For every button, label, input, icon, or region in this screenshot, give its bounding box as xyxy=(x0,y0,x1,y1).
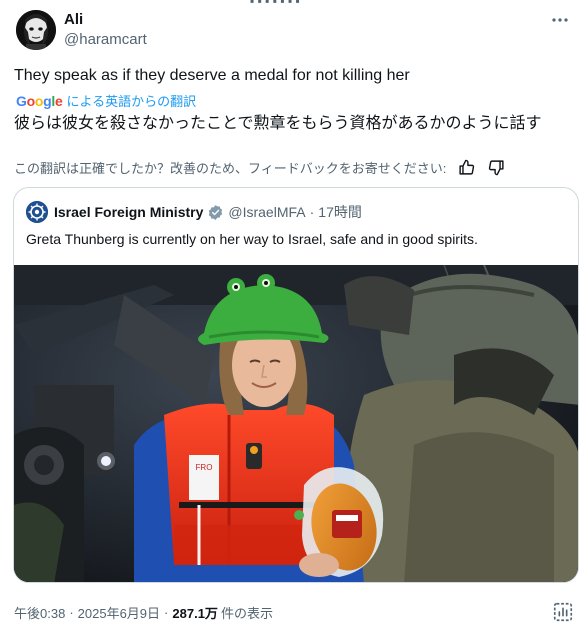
analytics-icon[interactable] xyxy=(552,601,574,623)
quoted-tweet-header: Israel Foreign Ministry @IsraelMFA · 17時… xyxy=(26,200,362,224)
quoted-tweet-text: Greta Thunberg is currently on her way t… xyxy=(26,231,478,247)
verified-badge-icon xyxy=(207,204,224,221)
translation-feedback: この翻訳は正確でしたか？改善のため、フィードバックをお寄せください: xyxy=(14,157,574,177)
quoted-author-avatar[interactable] xyxy=(26,201,48,223)
google-logo: Google xyxy=(16,92,63,109)
tweet-header: Ali @haramcart xyxy=(14,8,574,52)
tweet-date[interactable]: 2025年6月9日 xyxy=(78,603,160,622)
quoted-author-name[interactable]: Israel Foreign Ministry xyxy=(54,204,203,220)
quoted-author-handle[interactable]: @IsraelMFA xyxy=(228,204,305,220)
more-options-icon[interactable] xyxy=(548,10,572,34)
svg-text:FRO: FRO xyxy=(196,463,213,472)
quoted-tweet-photo[interactable]: FRO xyxy=(14,265,578,582)
quoted-separator: · xyxy=(309,204,315,220)
tweet-text: They speak as if they deserve a medal fo… xyxy=(14,67,410,84)
feedback-prompt: この翻訳は正確でしたか？改善のため、フィードバックをお寄せください: xyxy=(14,160,447,176)
thumbs-down-icon[interactable] xyxy=(486,157,506,177)
author-name[interactable]: Ali xyxy=(64,11,83,28)
quoted-time[interactable]: 17時間 xyxy=(318,202,362,222)
quoted-tweet[interactable]: Israel Foreign Ministry @IsraelMFA · 17時… xyxy=(13,187,579,583)
photo-illustration: FRO xyxy=(14,265,578,582)
footer-separator-2: · xyxy=(164,604,169,620)
translated-by-label: による英語からの翻訳 xyxy=(66,94,197,109)
views-count: 287.1万 xyxy=(172,605,218,621)
tweet-time[interactable]: 午後0:38 xyxy=(14,603,65,622)
views-label: 件の表示 xyxy=(220,605,273,621)
thumbs-up-icon[interactable] xyxy=(456,157,476,177)
author-handle[interactable]: @haramcart xyxy=(64,31,147,48)
tweet-footer: 午後0:38 · 2025年6月9日 · 287.1万 件の表示 xyxy=(14,602,574,622)
avatar[interactable] xyxy=(16,10,56,50)
translated-text: 彼らは彼女を殺さなかったことで勲章をもらう資格があるかのように話す xyxy=(14,115,542,132)
translation-source-link[interactable]: Google による英語からの翻訳 xyxy=(16,91,196,110)
truncated-header-fragment: ▪ ▪ ▪ ▪ ▪ ▪ ▪ xyxy=(250,0,380,4)
footer-separator: · xyxy=(69,604,74,620)
